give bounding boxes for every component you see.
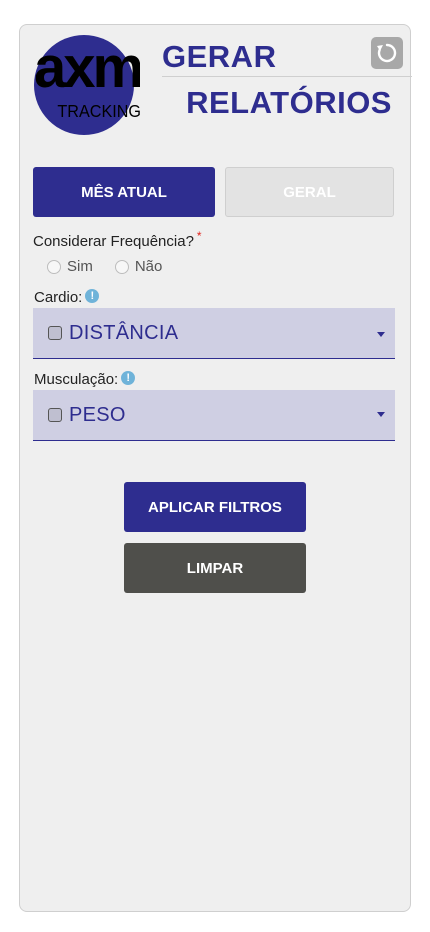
frequency-radio-group: Sim Não	[47, 258, 184, 275]
required-mark: *	[196, 229, 202, 243]
page-title-line1: GERAR	[162, 39, 277, 74]
apply-filters-button[interactable]: APLICAR FILTROS	[124, 482, 306, 532]
radio-yes-label: Sim	[67, 258, 93, 275]
frequency-option-no[interactable]: Não	[114, 258, 163, 275]
strength-selected-value: PESO	[69, 403, 126, 426]
refresh-icon	[377, 43, 397, 63]
info-icon[interactable]: !	[121, 371, 136, 386]
svg-text:TRACKING: TRACKING	[57, 101, 140, 121]
radio-no[interactable]	[114, 259, 129, 274]
cardio-select[interactable]: DISTÂNCIA	[33, 308, 395, 359]
frequency-label: Considerar Frequência? *	[33, 229, 202, 250]
cardio-selected-value: DISTÂNCIA	[69, 321, 179, 344]
strength-label: Musculação:!	[34, 371, 136, 388]
cardio-checkbox[interactable]	[48, 326, 62, 340]
radio-yes[interactable]	[47, 259, 61, 274]
strength-checkbox[interactable]	[48, 408, 62, 422]
strength-label-text: Musculação:	[34, 371, 119, 388]
cardio-label-text: Cardio:	[34, 289, 83, 306]
app-logo: axm TRACKING	[34, 35, 144, 135]
page-title-line2: RELATÓRIOS	[186, 85, 392, 120]
clear-button[interactable]: LIMPAR	[124, 543, 306, 593]
strength-select[interactable]: PESO	[33, 390, 395, 441]
cardio-label: Cardio:!	[34, 289, 100, 306]
report-card: axm TRACKING GERAR RELATÓRIOS MÊS ATUAL …	[19, 24, 412, 912]
frequency-label-text: Considerar Frequência?	[33, 233, 194, 250]
title-divider	[162, 76, 412, 77]
tab-general[interactable]: GERAL	[225, 167, 394, 217]
svg-text:axm: axm	[34, 35, 140, 100]
frequency-option-yes[interactable]: Sim	[47, 258, 93, 275]
chevron-down-icon	[377, 332, 385, 337]
info-icon[interactable]: !	[85, 289, 100, 304]
tab-current-month[interactable]: MÊS ATUAL	[33, 167, 215, 217]
chevron-down-icon	[377, 412, 385, 417]
reset-button[interactable]	[371, 37, 403, 69]
radio-no-label: Não	[134, 258, 163, 275]
